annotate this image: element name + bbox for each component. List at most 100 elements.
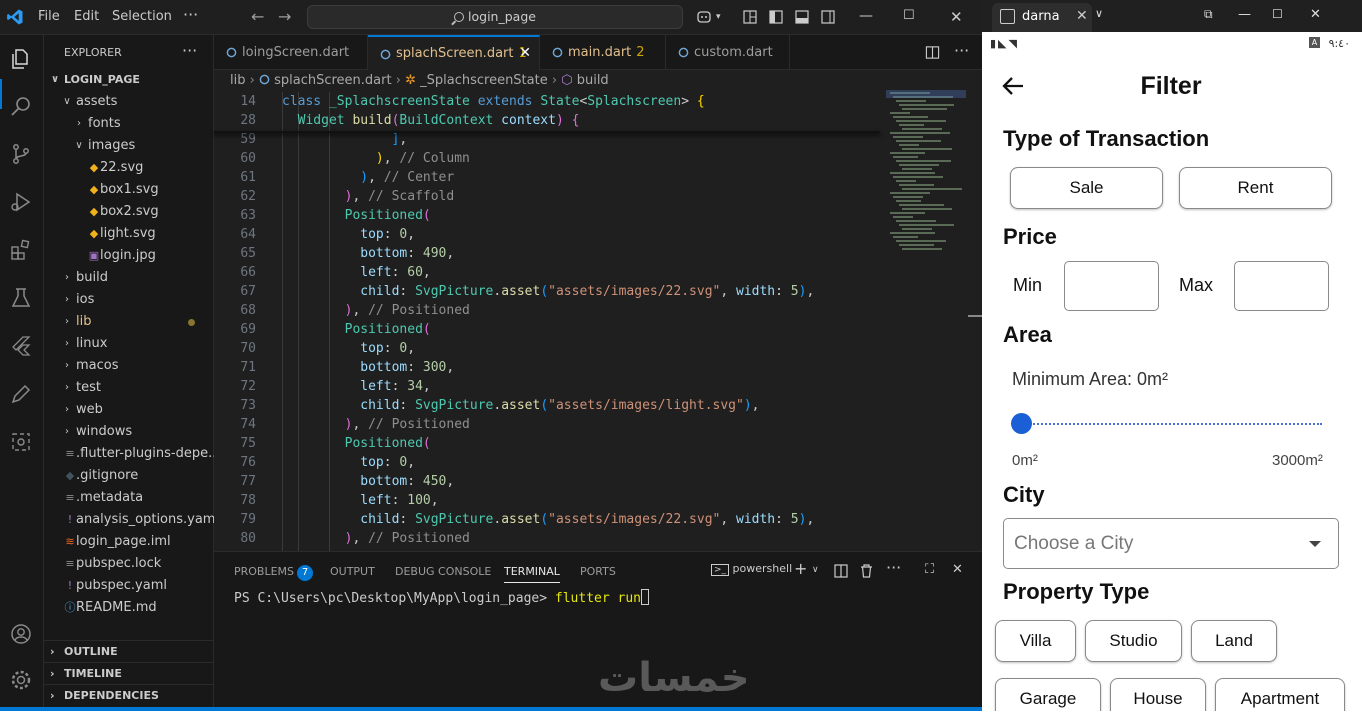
new-terminal-icon[interactable]: + <box>794 559 807 578</box>
minimize-icon[interactable]: — <box>1238 7 1251 22</box>
close-tab-icon[interactable]: ✕ <box>1076 3 1088 30</box>
tab-main[interactable]: main.dart 2 <box>540 35 666 70</box>
panel-tab-problems[interactable]: PROBLEMS 7 <box>234 565 314 581</box>
forward-nav-icon[interactable]: → <box>278 7 291 26</box>
tree-item-lib[interactable]: › lib <box>44 311 214 333</box>
breadcrumb-lib[interactable]: lib <box>230 73 245 88</box>
tree-item-light-svg[interactable]: ◆ light.svg <box>44 223 214 245</box>
tree-item-macos[interactable]: › macos <box>44 355 214 377</box>
tab-splach-screen[interactable]: splachScreen.dart 1 ✕ <box>368 35 540 70</box>
tree-item-box2-svg[interactable]: ◆ box2.svg <box>44 201 214 223</box>
close-window-icon[interactable]: ✕ <box>1310 7 1321 22</box>
city-select[interactable]: Choose a City <box>1003 518 1339 569</box>
timeline-section[interactable]: › TIMELINE <box>44 662 214 684</box>
tree-item-ios[interactable]: › ios <box>44 289 214 311</box>
snap-window-icon[interactable]: ⧉ <box>1204 7 1213 22</box>
terminal-output[interactable]: PS C:\Users\pc\Desktop\MyApp\login_page>… <box>234 589 649 606</box>
maximize-panel-icon[interactable]: ⛶ <box>925 562 934 577</box>
rent-button[interactable]: Rent <box>1179 167 1332 209</box>
maximize-icon[interactable]: ☐ <box>1272 7 1283 21</box>
tree-item-fonts[interactable]: › fonts <box>44 113 214 135</box>
tab-loing-screen[interactable]: loingScreen.dart <box>214 35 368 70</box>
maximize-icon[interactable]: ☐ <box>903 8 915 23</box>
edit-tool-icon[interactable] <box>9 382 33 406</box>
toggle-sidebar-icon[interactable] <box>768 9 784 25</box>
menu-file[interactable]: File <box>38 9 60 24</box>
copilot-dropdown-icon[interactable]: ▾ <box>716 12 721 22</box>
tree-item--flutter-plugins-depe-[interactable]: ≡ .flutter-plugins-depe... <box>44 443 214 465</box>
code-editor[interactable]: 14 class _SplachscreenState extends State… <box>214 92 894 551</box>
sale-button[interactable]: Sale <box>1010 167 1163 209</box>
extensions-icon[interactable] <box>9 238 33 262</box>
tree-item-assets[interactable]: ∨ assets <box>44 91 214 113</box>
min-price-input[interactable] <box>1064 261 1159 311</box>
studio-button[interactable]: Studio <box>1085 620 1182 662</box>
area-slider-track[interactable] <box>1022 423 1322 425</box>
tree-item-windows[interactable]: › windows <box>44 421 214 443</box>
tree-item-readme-md[interactable]: ⓘ README.md <box>44 597 214 619</box>
panel-tab-ports[interactable]: PORTS <box>580 565 616 578</box>
area-slider-thumb[interactable] <box>1011 413 1032 434</box>
panel-more-icon[interactable]: ··· <box>886 558 901 577</box>
testing-icon[interactable] <box>9 286 33 310</box>
toggle-panel-icon[interactable] <box>794 9 810 25</box>
tree-item-build[interactable]: › build <box>44 267 214 289</box>
menu-edit[interactable]: Edit <box>74 9 99 24</box>
source-control-icon[interactable] <box>9 142 33 166</box>
back-nav-icon[interactable]: ← <box>251 7 264 26</box>
editor-more-icon[interactable]: ··· <box>954 41 969 60</box>
tree-item-web[interactable]: › web <box>44 399 214 421</box>
menu-selection[interactable]: Selection <box>112 9 172 24</box>
dependencies-section[interactable]: › DEPENDENCIES <box>44 684 214 706</box>
explorer-more-icon[interactable]: ··· <box>182 41 197 60</box>
tree-item-pubspec-yaml[interactable]: ! pubspec.yaml <box>44 575 214 597</box>
copilot-icon[interactable] <box>696 9 712 25</box>
close-window-icon[interactable]: ✕ <box>950 8 963 26</box>
tree-item--metadata[interactable]: ≡ .metadata <box>44 487 214 509</box>
terminal-dropdown-icon[interactable]: ∨ <box>812 565 819 575</box>
tab-dropdown-icon[interactable]: ∨ <box>1095 7 1103 20</box>
minimap[interactable] <box>886 90 966 272</box>
close-panel-icon[interactable]: ✕ <box>952 562 963 577</box>
settings-gear-icon[interactable] <box>9 668 33 692</box>
tree-item-linux[interactable]: › linux <box>44 333 214 355</box>
garage-button[interactable]: Garage <box>995 678 1101 711</box>
apartment-button[interactable]: Apartment <box>1215 678 1345 711</box>
breadcrumb-file[interactable]: splachScreen.dart <box>274 73 391 88</box>
minimize-icon[interactable]: — <box>859 8 873 24</box>
customize-layout-icon[interactable] <box>742 9 758 25</box>
split-terminal-icon[interactable] <box>834 564 848 578</box>
run-debug-icon[interactable] <box>9 190 33 214</box>
tree-item-analysis-options-yaml[interactable]: ! analysis_options.yaml <box>44 509 214 531</box>
tree-item-box1-svg[interactable]: ◆ box1.svg <box>44 179 214 201</box>
tree-item-login-jpg[interactable]: ▣ login.jpg <box>44 245 214 267</box>
breadcrumb-class[interactable]: _SplachscreenState <box>420 73 548 88</box>
tree-item-22-svg[interactable]: ◆ 22.svg <box>44 157 214 179</box>
breadcrumb-method[interactable]: build <box>577 73 609 88</box>
more-menu-icon[interactable]: ··· <box>183 5 198 24</box>
split-editor-icon[interactable] <box>925 45 940 60</box>
trash-icon[interactable] <box>860 564 873 578</box>
tree-item-test[interactable]: › test <box>44 377 214 399</box>
flutter-icon[interactable] <box>9 334 33 358</box>
tree-item--gitignore[interactable]: ◆ .gitignore <box>44 465 214 487</box>
search-view-icon[interactable] <box>9 94 33 118</box>
editor-scrollbar[interactable] <box>968 92 982 551</box>
command-center-search[interactable]: login_page <box>307 5 683 29</box>
emulator-tab[interactable]: darna ✕ <box>992 3 1092 32</box>
close-tab-icon[interactable]: ✕ <box>519 37 531 70</box>
toggle-secondary-sidebar-icon[interactable] <box>820 9 836 25</box>
explorer-root-folder[interactable]: ∨ LOGIN_PAGE <box>44 69 214 91</box>
tab-custom[interactable]: custom.dart <box>666 35 790 70</box>
terminal-shell-selector[interactable]: >_ powershell <box>711 562 792 576</box>
tree-item-images[interactable]: ∨ images <box>44 135 214 157</box>
panel-tab-debug-console[interactable]: DEBUG CONSOLE <box>395 565 491 578</box>
house-button[interactable]: House <box>1110 678 1206 711</box>
tree-item-login-page-iml[interactable]: ≋ login_page.iml <box>44 531 214 553</box>
panel-tab-output[interactable]: OUTPUT <box>330 565 375 578</box>
max-price-input[interactable] <box>1234 261 1329 311</box>
tree-item-pubspec-lock[interactable]: ≡ pubspec.lock <box>44 553 214 575</box>
panel-tab-terminal[interactable]: TERMINAL <box>504 565 560 583</box>
explorer-icon[interactable] <box>9 47 33 71</box>
land-button[interactable]: Land <box>1191 620 1277 662</box>
